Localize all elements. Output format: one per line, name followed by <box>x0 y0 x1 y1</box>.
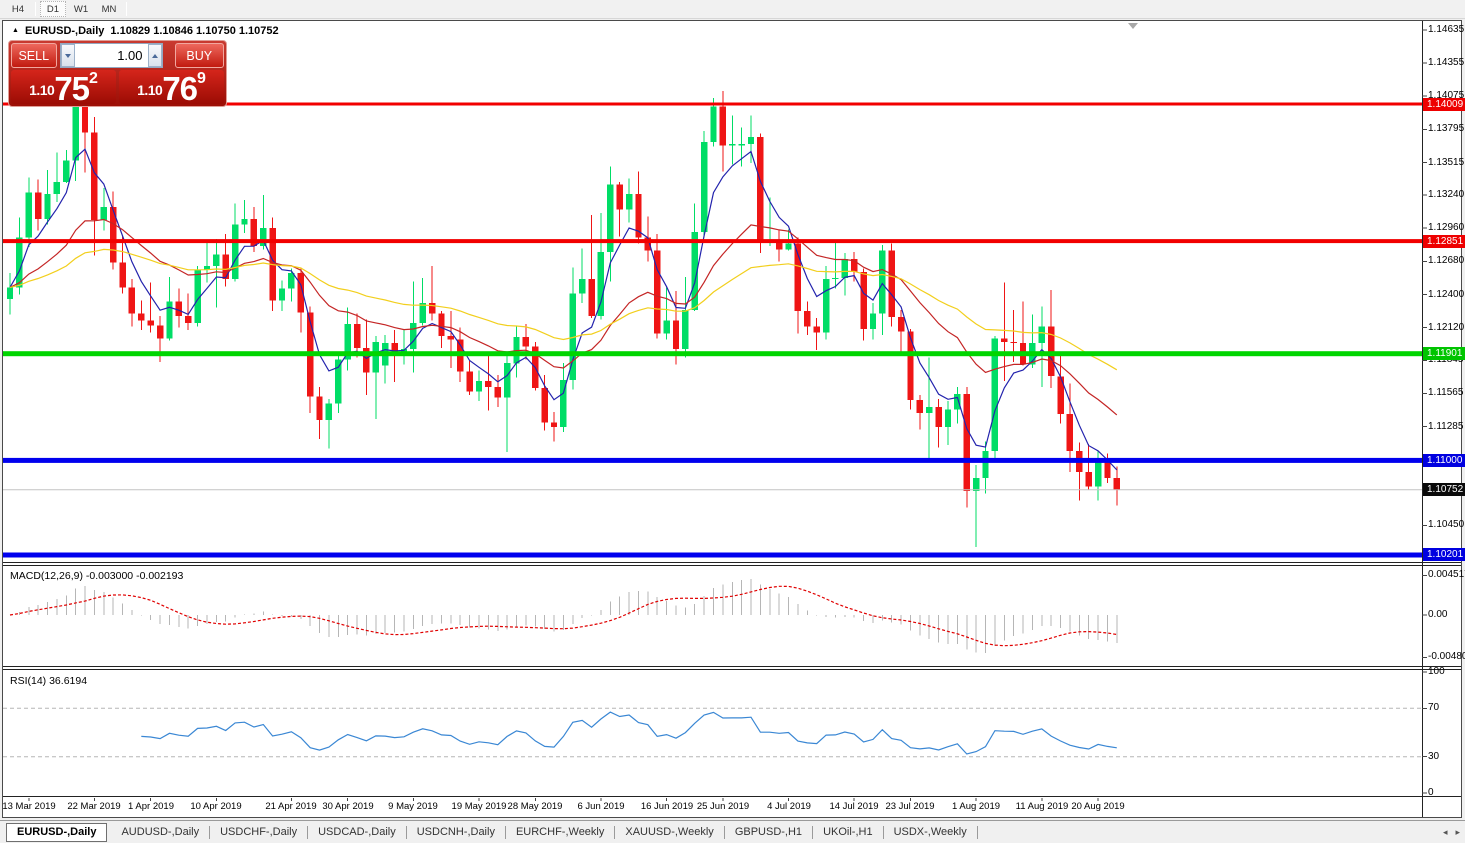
buy-price-button[interactable]: 1.10 76 9 <box>119 70 224 104</box>
rsi-axis-label: 100 <box>1428 666 1445 677</box>
timeframe-toolbar: H4 D1W1MN <box>0 0 1465 19</box>
date-axis-label: 14 Jul 2019 <box>829 801 878 812</box>
date-axis-label: 30 Apr 2019 <box>322 801 373 812</box>
rsi-axis-label: 0 <box>1428 787 1434 798</box>
price-axis-label: 1.13515 <box>1428 157 1464 168</box>
price-axis-label: 1.12960 <box>1428 222 1464 233</box>
sell-price-sup: 2 <box>89 70 98 88</box>
chart-tab-xauusd-weekly[interactable]: XAUUSD-,Weekly <box>615 823 723 842</box>
toolbar-separator <box>35 2 36 16</box>
date-axis[interactable]: 13 Mar 2019 22 Mar 2019 1 Apr 2019 10 Apr 2… <box>0 798 1422 817</box>
chevron-up-icon <box>152 54 158 58</box>
chart-tab-usdcad-daily[interactable]: USDCAD-,Daily <box>308 823 406 842</box>
buy-price-sup: 9 <box>197 70 206 88</box>
chart-title-symbol: EURUSD-,Daily <box>25 25 104 37</box>
price-axis-label: 1.12400 <box>1428 289 1464 300</box>
buy-button[interactable]: BUY <box>175 43 225 68</box>
trade-panel: SELL 1.00 BUY 1.10 75 2 1.10 76 9 <box>8 40 227 107</box>
date-axis-label: 25 Jun 2019 <box>697 801 749 812</box>
collapse-icon[interactable]: ▲ <box>12 27 19 34</box>
rsi-axis-label: 30 <box>1428 751 1439 762</box>
date-axis-label: 4 Jul 2019 <box>767 801 811 812</box>
tab-bar: EURUSD-,DailyAUDUSD-,DailyUSDCHF-,DailyU… <box>0 820 1465 843</box>
timeframe-button-h4[interactable]: H4 <box>5 1 31 17</box>
price-level-badge: 1.14009 <box>1423 98 1465 111</box>
tab-separator <box>977 826 978 839</box>
chevron-down-icon <box>65 54 71 58</box>
date-axis-label: 13 Mar 2019 <box>2 801 55 812</box>
price-axis[interactable]: 1.146351.143551.140751.137951.135151.132… <box>1423 20 1465 818</box>
buy-price-prefix: 1.10 <box>137 82 162 98</box>
date-axis-label: 22 Mar 2019 <box>67 801 120 812</box>
sell-price-button[interactable]: 1.10 75 2 <box>11 70 116 104</box>
chart-title: ▲ EURUSD-,Daily 1.10829 1.10846 1.10750 … <box>12 25 279 37</box>
price-axis-label: 1.14355 <box>1428 57 1464 68</box>
price-axis-label: 1.12120 <box>1428 322 1464 333</box>
sell-price-prefix: 1.10 <box>29 82 54 98</box>
volume-input[interactable]: 1.00 <box>75 44 148 67</box>
volume-decrease-button[interactable] <box>61 44 75 67</box>
date-axis-label: 19 May 2019 <box>452 801 507 812</box>
macd-axis-label: 0.00 <box>1428 609 1447 620</box>
chart-shift-icon[interactable] <box>1128 23 1138 29</box>
macd-axis-label: -0.004806 <box>1428 651 1465 662</box>
sell-price-big: 75 <box>54 74 89 103</box>
date-axis-label: 28 May 2019 <box>508 801 563 812</box>
price-level-badge: 1.11000 <box>1423 454 1465 467</box>
date-axis-label: 10 Apr 2019 <box>190 801 241 812</box>
tabs-scroll-left-button[interactable]: ◂ <box>1443 826 1448 839</box>
current-price-badge: 1.10752 <box>1423 483 1465 496</box>
timeframe-button-mn[interactable]: MN <box>96 1 122 17</box>
price-axis-label: 1.11565 <box>1428 387 1463 398</box>
chart-window[interactable] <box>2 20 1462 818</box>
date-axis-label: 9 May 2019 <box>388 801 438 812</box>
macd-axis-label: 0.004517 <box>1428 569 1465 580</box>
volume-stepper: 1.00 <box>60 43 163 68</box>
price-axis-label: 1.14635 <box>1428 24 1464 35</box>
date-axis-label: 1 Apr 2019 <box>128 801 174 812</box>
toolbar-separator <box>126 2 127 16</box>
date-axis-label: 1 Aug 2019 <box>952 801 1000 812</box>
price-axis-label: 1.10450 <box>1428 519 1464 530</box>
sell-button[interactable]: SELL <box>11 43 57 68</box>
price-axis-label: 1.11285 <box>1428 421 1463 432</box>
chart-tab-gbpusd-h1[interactable]: GBPUSD-,H1 <box>725 823 812 842</box>
rsi-label: RSI(14) 36.6194 <box>10 675 87 687</box>
date-axis-label: 23 Jul 2019 <box>885 801 934 812</box>
date-axis-label: 20 Aug 2019 <box>1071 801 1124 812</box>
chart-tab-ukoil-h1[interactable]: UKOil-,H1 <box>813 823 883 842</box>
chart-tab-usdchf-daily[interactable]: USDCHF-,Daily <box>210 823 307 842</box>
price-level-badge: 1.10201 <box>1423 548 1465 561</box>
tabs-scroll-right-button[interactable]: ▸ <box>1455 826 1460 839</box>
chart-title-quotes: 1.10829 1.10846 1.10750 1.10752 <box>110 25 278 37</box>
chart-tab-usdcnh-daily[interactable]: USDCNH-,Daily <box>407 823 505 842</box>
volume-increase-button[interactable] <box>148 44 162 67</box>
chart-tab-usdx-weekly[interactable]: USDX-,Weekly <box>884 823 977 842</box>
date-axis-label: 21 Apr 2019 <box>265 801 316 812</box>
rsi-axis-label: 70 <box>1428 702 1439 713</box>
buy-price-big: 76 <box>162 74 197 103</box>
tabs-container: EURUSD-,DailyAUDUSD-,DailyUSDCHF-,DailyU… <box>6 823 978 842</box>
price-axis-label: 1.13795 <box>1428 123 1464 134</box>
price-axis-label: 1.12680 <box>1428 255 1464 266</box>
macd-label: MACD(12,26,9) -0.003000 -0.002193 <box>10 570 183 582</box>
date-axis-label: 11 Aug 2019 <box>1016 801 1069 812</box>
timeframe-button-d1[interactable]: D1 <box>40 1 66 17</box>
timeframe-button-w1[interactable]: W1 <box>68 1 94 17</box>
date-axis-label: 16 Jun 2019 <box>641 801 693 812</box>
date-axis-label: 6 Jun 2019 <box>577 801 624 812</box>
price-level-badge: 1.11901 <box>1423 347 1465 360</box>
price-level-badge: 1.12851 <box>1423 235 1465 248</box>
chart-tab-eurchf-weekly[interactable]: EURCHF-,Weekly <box>506 823 614 842</box>
chart-tab-audusd-daily[interactable]: AUDUSD-,Daily <box>111 823 209 842</box>
price-axis-label: 1.13240 <box>1428 189 1464 200</box>
chart-tab-eurusd-daily[interactable]: EURUSD-,Daily <box>6 823 107 842</box>
